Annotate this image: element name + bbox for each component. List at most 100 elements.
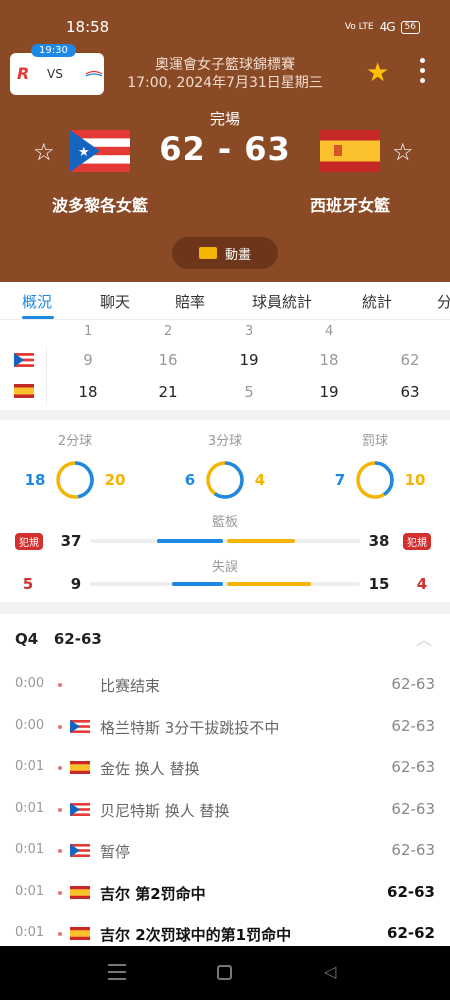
tab-bar: 概況 聊天 賠率 球員統計 統計 分	[0, 282, 450, 320]
free-throw-home: 7	[334, 471, 346, 489]
pbp-score: 62-62	[387, 924, 435, 942]
volte-icon: Vo LTE	[344, 22, 374, 32]
home-total: 62	[400, 351, 420, 369]
two-pt-label: 2分球	[57, 434, 93, 449]
rebounds-bar-track	[90, 539, 360, 543]
pbp-score: 62-63	[387, 882, 435, 901]
match-score: 62 - 63	[159, 130, 291, 168]
rebounds-home-bar	[157, 539, 223, 543]
turnovers-home-bar	[172, 582, 223, 586]
two-pt-home: 18	[24, 471, 46, 489]
more-options-icon[interactable]	[418, 58, 426, 83]
pbp-description: 暂停	[100, 843, 131, 861]
away-total: 63	[400, 383, 420, 401]
rebounds-home: 37	[60, 532, 82, 550]
table-divider	[46, 346, 47, 406]
three-pt-label: 3分球	[207, 434, 243, 449]
pbp-row: 0:00 格兰特斯 3分干拔跳投不中 62-63	[0, 708, 450, 748]
follow-away-star-icon[interactable]: ☆	[392, 138, 414, 166]
away-q3: 5	[244, 383, 254, 401]
free-throw-label: 罰球	[361, 434, 388, 449]
pbp-score: 62-63	[391, 758, 435, 776]
spain-flag-icon	[14, 384, 34, 398]
spain-flag-icon	[70, 885, 90, 899]
system-nav-bar: ◁	[0, 946, 450, 1000]
collapse-chevron-icon[interactable]: ︿	[416, 626, 432, 650]
animation-button[interactable]: 動畫	[172, 237, 278, 269]
pbp-row: 0:01 暂停 62-63	[0, 832, 450, 872]
away-team-name[interactable]: 西班牙女籃	[290, 192, 410, 216]
three-pt-ring-chart	[206, 461, 244, 499]
turnovers-away-bar	[227, 582, 311, 586]
animation-label: 動畫	[224, 247, 251, 263]
play-by-play: Q4 62-63 ︿ 0:00 比赛结束 62-63 0:00 格兰特斯 3分干拔跳投不…	[0, 614, 450, 946]
tab-more[interactable]: 分	[437, 291, 450, 312]
pbp-row: 0:01 吉尔 2次罚球中的第1罚命中 62-62	[0, 915, 450, 946]
fouls-home: 5	[22, 575, 34, 593]
pbp-time: 0:01	[15, 800, 45, 816]
tab-chat[interactable]: 聊天	[100, 291, 130, 312]
pbp-time: 0:01	[15, 842, 45, 857]
turnovers-bar-track	[90, 582, 360, 586]
home-q3: 19	[239, 351, 259, 369]
free-throw-away: 10	[404, 471, 426, 489]
pbp-score: 62-63	[391, 799, 435, 818]
two-pt-ring-chart	[56, 461, 94, 499]
pbp-description: 格兰特斯 3分干拔跳投不中	[100, 718, 280, 737]
quarter-header: 1	[84, 324, 93, 339]
quarter-header: 2	[164, 324, 173, 339]
home-team-name[interactable]: 波多黎各女籃	[40, 192, 160, 216]
recent-apps-icon[interactable]	[108, 964, 126, 980]
pbp-row: 0:01 金佐 换人 替换 62-63	[0, 749, 450, 789]
pbp-time: 0:01	[15, 925, 45, 940]
tab-odds[interactable]: 賠率	[175, 291, 205, 312]
pbp-row: 0:01 吉尔 第2罚命中 62-63	[0, 874, 450, 914]
favorite-star-icon[interactable]: ★	[366, 58, 389, 88]
pbp-description: 金佐 换人 替换	[100, 760, 200, 778]
turnovers-home: 9	[70, 575, 82, 593]
pbp-row: 0:00 比赛结束 62-63	[0, 666, 450, 706]
turnovers-away: 15	[368, 575, 390, 593]
section-divider	[0, 602, 450, 614]
status-time: 18:58	[66, 18, 110, 36]
puerto-rico-flag-icon	[14, 353, 34, 367]
section-divider	[0, 410, 450, 420]
court-icon	[198, 247, 217, 259]
mini-match-time: 19:30	[31, 44, 76, 57]
home-q1: 9	[83, 351, 93, 369]
pbp-time: 0:00	[15, 676, 45, 691]
pbp-row: 0:01 贝尼特斯 换人 替换 62-63	[0, 791, 450, 831]
turnovers-label: 失誤	[211, 560, 238, 575]
pbp-time: 0:00	[15, 717, 45, 733]
away-q2: 21	[158, 383, 178, 401]
signal-icon: 4G	[379, 20, 396, 34]
pbp-score: 62-63	[391, 675, 435, 693]
home-q2: 16	[158, 351, 178, 369]
status-icons: Vo LTE 4G 56	[345, 20, 420, 34]
rebounds-label: 籃板	[211, 515, 238, 530]
pbp-time: 0:01	[15, 883, 45, 899]
quarter-header: 3	[245, 324, 254, 339]
timeline-dot	[58, 724, 62, 729]
tab-player-stats[interactable]: 球員統計	[252, 291, 312, 312]
battery-icon: 56	[400, 20, 420, 34]
pbp-time: 0:01	[15, 759, 45, 774]
spain-flag-icon	[320, 130, 380, 172]
puerto-rico-flag-icon	[70, 802, 90, 816]
timeline-dot	[58, 766, 62, 770]
rebounds-away-bar	[227, 539, 295, 543]
away-q4: 19	[319, 383, 339, 401]
tab-overview[interactable]: 概況	[22, 291, 52, 312]
home-icon[interactable]	[217, 965, 232, 980]
puerto-rico-flag-icon	[70, 844, 90, 857]
back-icon[interactable]: ◁	[324, 962, 336, 981]
fouls-away: 4	[416, 575, 428, 593]
three-pt-home: 6	[184, 471, 196, 489]
two-pt-away: 20	[104, 471, 126, 489]
pbp-description: 比赛结束	[100, 677, 161, 695]
tab-stats[interactable]: 統計	[362, 291, 392, 312]
home-q4: 18	[319, 351, 339, 369]
rebounds-away: 38	[368, 532, 390, 550]
pbp-description: 吉尔 第2罚命中	[100, 884, 206, 903]
spain-flag-icon	[70, 761, 90, 774]
